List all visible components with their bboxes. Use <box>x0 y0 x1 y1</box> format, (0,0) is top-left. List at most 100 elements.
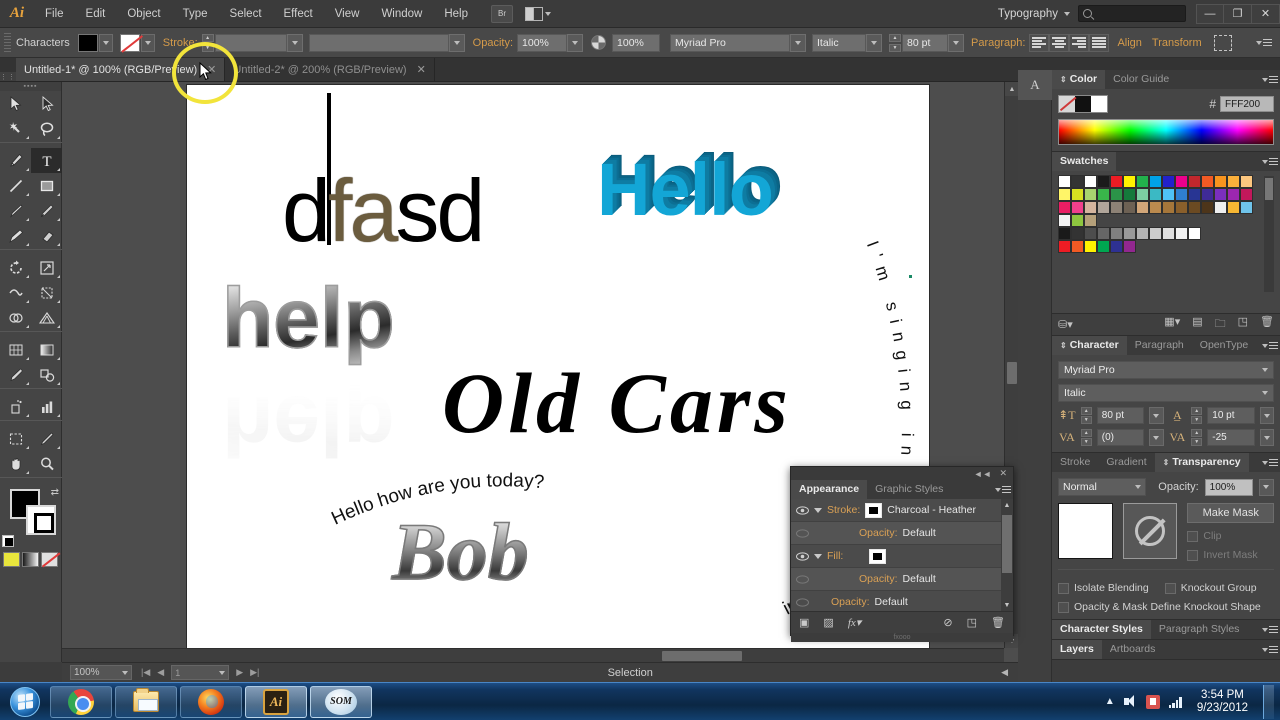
volume-icon[interactable] <box>1123 695 1137 708</box>
horizontal-scrollbar[interactable] <box>62 648 1004 662</box>
visibility-eye-icon[interactable] <box>795 503 809 517</box>
isolate-blending-checkbox[interactable]: Isolate Blending <box>1058 582 1149 594</box>
close-icon[interactable]: ✕ <box>417 63 426 76</box>
transparency-panel-menu-icon[interactable] <box>1260 453 1280 472</box>
scroll-down-icon[interactable]: ▼ <box>1001 599 1013 611</box>
gradient-mode-icon[interactable] <box>22 552 39 567</box>
new-swatch-icon[interactable]: ◳ <box>1238 315 1248 334</box>
menu-help[interactable]: Help <box>433 0 479 28</box>
menu-type[interactable]: Type <box>172 0 219 28</box>
appearance-row-base-opacity[interactable]: Opacity: Default <box>791 591 1013 611</box>
tracking-field[interactable]: -25 <box>1207 429 1255 446</box>
appearance-panel-menu-icon[interactable] <box>993 480 1013 499</box>
opacity-field[interactable]: 100% <box>517 33 568 52</box>
arrange-documents-button[interactable] <box>525 6 551 21</box>
color-mode-icon[interactable] <box>3 552 20 567</box>
taskbar-item-illustrator[interactable]: Ai <box>245 685 307 718</box>
pencil-tool[interactable] <box>31 198 62 223</box>
swatch-cell[interactable] <box>1071 214 1084 227</box>
swatch-cell[interactable] <box>1110 188 1123 201</box>
start-button[interactable] <box>3 685 47 719</box>
swatch-cell[interactable] <box>1058 214 1071 227</box>
character-panel-menu-icon[interactable] <box>1260 336 1280 355</box>
document-tab-untitled-2[interactable]: Untitled-2* @ 200% (RGB/Preview) ✕ <box>225 58 435 81</box>
swatch-cell[interactable] <box>1084 227 1097 240</box>
type-tool[interactable]: T <box>31 148 62 173</box>
transform-button[interactable]: Transform <box>1152 37 1202 49</box>
swatch-cell[interactable] <box>1201 188 1214 201</box>
swatch-cell[interactable] <box>1084 214 1097 227</box>
kerning-stepper[interactable]: ▲ ▼ <box>1080 429 1092 446</box>
tab-bar-grip[interactable]: ⋮⋮ <box>0 72 16 81</box>
swatches-scrollbar[interactable] <box>1264 176 1274 292</box>
vertical-scroll-thumb[interactable] <box>1007 362 1017 384</box>
stroke-weight-label[interactable]: Stroke: <box>163 37 198 49</box>
perspective-grid-tool[interactable] <box>31 305 62 330</box>
font-style-dropdown[interactable] <box>866 33 883 52</box>
swatch-cell[interactable] <box>1058 175 1071 188</box>
rotate-tool[interactable] <box>0 255 31 280</box>
next-artboard-icon[interactable]: ▶ <box>236 667 243 678</box>
eraser-tool[interactable] <box>31 223 62 248</box>
status-menu-icon[interactable]: ◀ <box>1001 667 1018 678</box>
swatch-cell[interactable] <box>1214 188 1227 201</box>
appearance-base-opacity-label[interactable]: Opacity: <box>831 596 870 608</box>
scroll-up-icon[interactable]: ▲ <box>1005 82 1018 96</box>
transparency-mask-thumbnail[interactable] <box>1122 503 1178 559</box>
swatch-cell[interactable] <box>1123 188 1136 201</box>
none-mode-icon[interactable] <box>41 552 58 567</box>
align-button[interactable]: Align <box>1117 37 1141 49</box>
swatch-cell[interactable] <box>1162 175 1175 188</box>
collapse-icon[interactable]: ◄◄ <box>974 469 992 479</box>
swatch-cell[interactable] <box>1214 201 1227 214</box>
close-icon[interactable]: ✕ <box>207 63 216 76</box>
swatch-cell[interactable] <box>1136 227 1149 240</box>
tab-transparency[interactable]: ⇕ Transparency <box>1154 453 1249 472</box>
knockout-group-checkbox[interactable]: Knockout Group <box>1164 582 1257 594</box>
artwork-help-chrome[interactable]: help <box>221 270 395 367</box>
invert-mask-checkbox[interactable]: Invert Mask <box>1187 549 1274 561</box>
font-size-field[interactable]: 80 pt <box>902 33 949 52</box>
document-tab-untitled-1[interactable]: Untitled-1* @ 100% (RGB/Preview) ✕ <box>16 58 226 81</box>
appearance-stroke-label[interactable]: Stroke: <box>827 504 860 516</box>
leading-field[interactable]: 10 pt <box>1207 407 1255 424</box>
control-bar-grip[interactable] <box>4 32 11 53</box>
scale-tool[interactable] <box>31 255 62 280</box>
swatch-cell[interactable] <box>1188 201 1201 214</box>
swatch-cell[interactable] <box>1240 201 1253 214</box>
fill-dropdown[interactable] <box>98 33 113 52</box>
swatch-cell[interactable] <box>1071 188 1084 201</box>
swatch-cell[interactable] <box>1123 201 1136 214</box>
swatch-cell[interactable] <box>1084 201 1097 214</box>
pen-tool[interactable] <box>0 148 31 173</box>
visibility-eye-icon[interactable] <box>795 549 809 563</box>
symbol-sprayer-tool[interactable] <box>0 394 31 419</box>
swatches-grid[interactable] <box>1058 175 1258 253</box>
tab-appearance[interactable]: Appearance <box>791 480 868 499</box>
shape-builder-tool[interactable] <box>0 305 31 330</box>
artwork-old-cars[interactable]: Old Cars <box>442 353 792 453</box>
swatch-cell[interactable] <box>1188 188 1201 201</box>
menu-edit[interactable]: Edit <box>75 0 117 28</box>
align-justify-icon[interactable] <box>1089 33 1110 52</box>
transparency-opacity-dropdown[interactable] <box>1258 478 1274 496</box>
swatch-cell[interactable] <box>1175 227 1188 240</box>
menu-select[interactable]: Select <box>219 0 273 28</box>
opacity-label[interactable]: Opacity: <box>473 37 513 49</box>
delete-item-icon[interactable]: 🗑 <box>991 616 1005 629</box>
horizontal-scroll-thumb[interactable] <box>662 651 742 661</box>
menu-effect[interactable]: Effect <box>273 0 324 28</box>
restore-button[interactable]: ❐ <box>1224 3 1252 24</box>
tab-layers[interactable]: Layers <box>1052 640 1102 659</box>
swatch-cell[interactable] <box>1084 175 1097 188</box>
appearance-opacity-label[interactable]: Opacity: <box>859 573 898 585</box>
menu-view[interactable]: View <box>324 0 371 28</box>
tab-character[interactable]: ⇕ Character <box>1052 336 1127 355</box>
clip-checkbox[interactable]: Clip <box>1187 530 1274 542</box>
lasso-tool[interactable] <box>31 116 62 141</box>
tab-stroke[interactable]: Stroke <box>1052 453 1099 472</box>
swatch-options-icon[interactable]: ▤ <box>1192 315 1202 334</box>
opacity-dropdown[interactable] <box>567 33 584 52</box>
artwork-bob[interactable]: Bob <box>391 505 529 599</box>
swatch-cell[interactable] <box>1175 201 1188 214</box>
